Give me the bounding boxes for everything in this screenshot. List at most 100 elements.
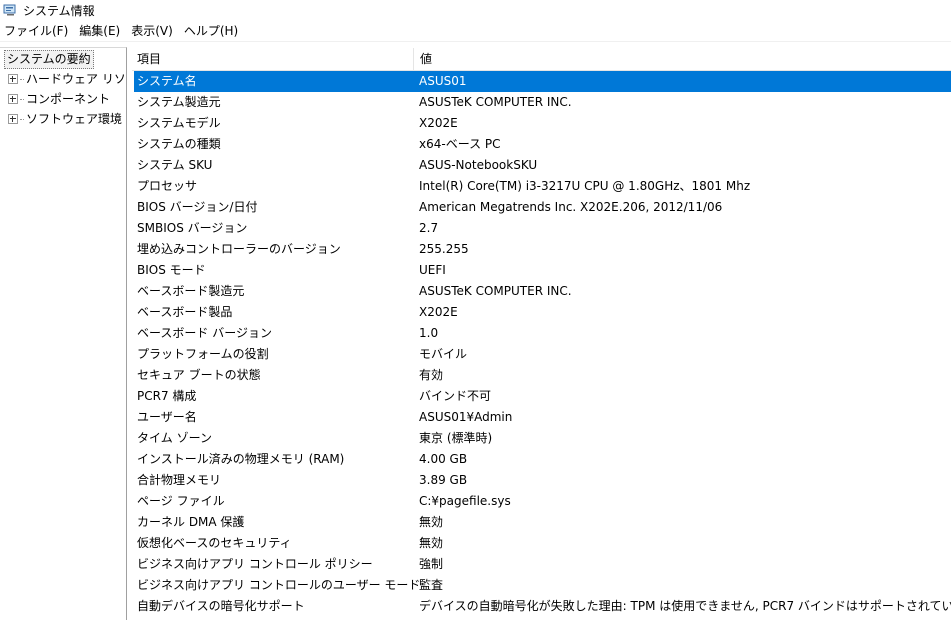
row-item-name: SMBIOS バージョン — [137, 221, 248, 235]
list-header: 項目 値 — [132, 48, 951, 71]
table-row[interactable]: カーネル DMA 保護 無効 — [134, 512, 951, 533]
tree-connector — [20, 118, 24, 120]
row-item-value: 有効 — [419, 368, 444, 382]
list-rows: システム名 ASUS01 システム製造元 ASUSTeK COMPUTER INC. シ… — [134, 71, 951, 617]
menu-file[interactable]: ファイル(F) — [0, 21, 74, 41]
column-header-value[interactable]: 値 — [414, 48, 951, 70]
tree-item-software-environment[interactable]: ソフトウェア環境 — [8, 110, 122, 128]
tree-item-label: ソフトウェア環境 — [26, 112, 123, 126]
table-row[interactable]: ベースボード製造元 ASUSTeK COMPUTER INC. — [134, 281, 951, 302]
row-item-name: プロセッサ — [137, 179, 198, 193]
row-item-value: 255.255 — [419, 242, 469, 256]
tree-item-label: コンポーネント — [26, 92, 111, 106]
menu-view[interactable]: 表示(V) — [126, 21, 179, 41]
table-row[interactable]: システムモデル X202E — [134, 113, 951, 134]
row-item-name: インストール済みの物理メモリ (RAM) — [137, 452, 345, 466]
row-item-value: ASUS-NotebookSKU — [419, 158, 538, 172]
row-item-value: 無効 — [419, 515, 444, 529]
tree-item-label: ハードウェア リソース — [26, 72, 126, 86]
tree-connector — [20, 98, 24, 100]
table-row[interactable]: セキュア ブートの状態 有効 — [134, 365, 951, 386]
menu-edit[interactable]: 編集(E) — [74, 21, 126, 41]
menu-help[interactable]: ヘルプ(H) — [179, 21, 244, 41]
row-item-name: システムモデル — [137, 116, 221, 130]
row-item-name: システム SKU — [137, 158, 213, 172]
row-item-name: システムの種類 — [137, 137, 221, 151]
row-item-name: ユーザー名 — [137, 410, 197, 424]
tree-item-system-summary[interactable]: システムの要約 — [4, 50, 94, 69]
table-row[interactable]: ビジネス向けアプリ コントロールのユーザー モード ポリシー監査 — [134, 575, 951, 596]
row-item-name: 埋め込みコントローラーのバージョン — [137, 242, 341, 256]
row-item-value: Intel(R) Core(TM) i3-3217U CPU @ 1.80GHz… — [419, 179, 751, 193]
row-item-name: ベースボード バージョン — [137, 326, 272, 340]
row-item-name: BIOS モード — [137, 263, 206, 277]
table-row[interactable]: BIOS モード UEFI — [134, 260, 951, 281]
table-row[interactable]: ページ ファイル C:¥pagefile.sys — [134, 491, 951, 512]
row-item-value: 3.89 GB — [419, 473, 468, 487]
row-item-value: 1.0 — [419, 326, 439, 340]
row-item-value: X202E — [419, 116, 458, 130]
table-row[interactable]: 自動デバイスの暗号化サポート デバイスの自動暗号化が失敗した理由: TPM は使用… — [134, 596, 951, 617]
row-item-name: ベースボード製造元 — [137, 284, 245, 298]
row-item-name: BIOS バージョン/日付 — [137, 200, 258, 214]
row-item-value: 2.7 — [419, 221, 439, 235]
tree-item-hardware-resources[interactable]: ハードウェア リソース — [8, 70, 126, 88]
row-item-value: X202E — [419, 305, 458, 319]
row-item-name: 自動デバイスの暗号化サポート — [137, 599, 305, 613]
table-row[interactable]: システム製造元 ASUSTeK COMPUTER INC. — [134, 92, 951, 113]
table-row[interactable]: ベースボード製品 X202E — [134, 302, 951, 323]
row-item-value: 無効 — [419, 536, 444, 550]
tree-item-components[interactable]: コンポーネント — [8, 90, 110, 108]
table-row[interactable]: SMBIOS バージョン 2.7 — [134, 218, 951, 239]
system-info-app-icon — [3, 4, 17, 16]
navigation-tree[interactable]: システムの要約 ハードウェア リソース コンポーネント ソフトウェア環境 — [0, 47, 127, 620]
table-row[interactable]: インストール済みの物理メモリ (RAM) 4.00 GB — [134, 449, 951, 470]
table-row[interactable]: システム SKU ASUS-NotebookSKU — [134, 155, 951, 176]
details-list[interactable]: 項目 値 システム名 ASUS01 システム製造元 ASUSTeK COMPUTER … — [132, 47, 951, 619]
row-item-name: ビジネス向けアプリ コントロールのユーザー モード ポリシー — [137, 578, 419, 592]
expand-icon[interactable] — [8, 94, 18, 104]
row-item-name: タイム ゾーン — [137, 431, 212, 445]
expand-icon[interactable] — [8, 114, 18, 124]
row-item-value: デバイスの自動暗号化が失敗した理由: TPM は使用できません, PCR7 バイ… — [419, 599, 951, 613]
row-item-value: バインド不可 — [419, 389, 492, 403]
table-row[interactable]: システム名 ASUS01 — [134, 71, 951, 92]
table-row[interactable]: 埋め込みコントローラーのバージョン 255.255 — [134, 239, 951, 260]
row-item-name: プラットフォームの役割 — [137, 347, 269, 361]
table-row[interactable]: BIOS バージョン/日付 American Megatrends Inc. X2… — [134, 197, 951, 218]
expand-icon[interactable] — [8, 74, 18, 84]
row-item-value: 4.00 GB — [419, 452, 468, 466]
row-item-name: システム製造元 — [137, 95, 221, 109]
row-item-value: ASUSTeK COMPUTER INC. — [419, 95, 572, 109]
row-item-value: 強制 — [419, 557, 444, 571]
row-item-value: UEFI — [419, 263, 446, 277]
column-header-item[interactable]: 項目 — [132, 48, 414, 70]
window-title: システム情報 — [23, 3, 95, 18]
row-item-value: 東京 (標準時) — [419, 431, 493, 445]
row-item-name: ビジネス向けアプリ コントロール ポリシー — [137, 557, 373, 571]
table-row[interactable]: システムの種類 x64-ベース PC — [134, 134, 951, 155]
row-item-value: ASUS01¥Admin — [419, 410, 513, 424]
table-row[interactable]: プラットフォームの役割 モバイル — [134, 344, 951, 365]
table-row[interactable]: タイム ゾーン 東京 (標準時) — [134, 428, 951, 449]
row-item-value: モバイル — [419, 347, 468, 361]
row-item-value: ASUS01 — [419, 74, 467, 88]
row-item-name: ベースボード製品 — [137, 305, 233, 319]
table-row[interactable]: プロセッサ Intel(R) Core(TM) i3-3217U CPU @ 1.… — [134, 176, 951, 197]
row-item-name: システム名 — [137, 74, 197, 88]
table-row[interactable]: PCR7 構成 バインド不可 — [134, 386, 951, 407]
row-item-value: x64-ベース PC — [419, 137, 501, 151]
row-item-value: American Megatrends Inc. X202E.206, 2012… — [419, 200, 723, 214]
table-row[interactable]: 合計物理メモリ 3.89 GB — [134, 470, 951, 491]
row-item-value: 監査 — [419, 578, 444, 592]
tree-connector — [20, 78, 24, 80]
row-item-name: 合計物理メモリ — [137, 473, 222, 487]
table-row[interactable]: ユーザー名 ASUS01¥Admin — [134, 407, 951, 428]
title-bar: システム情報 — [0, 0, 951, 20]
row-item-name: PCR7 構成 — [137, 389, 197, 403]
table-row[interactable]: ビジネス向けアプリ コントロール ポリシー 強制 — [134, 554, 951, 575]
row-item-name: 仮想化ベースのセキュリティ — [137, 536, 292, 550]
table-row[interactable]: 仮想化ベースのセキュリティ 無効 — [134, 533, 951, 554]
row-item-value: C:¥pagefile.sys — [419, 494, 511, 508]
table-row[interactable]: ベースボード バージョン 1.0 — [134, 323, 951, 344]
